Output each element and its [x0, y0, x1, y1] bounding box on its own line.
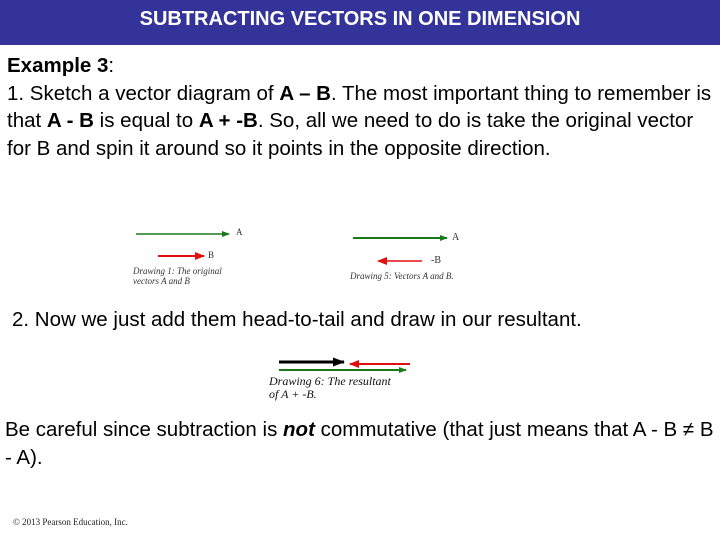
caption-line: Drawing 1: The original: [133, 266, 222, 276]
note-emphasis: not: [283, 418, 315, 441]
caption-line: of A + -B.: [269, 387, 317, 401]
caption-line: vectors A and B: [133, 276, 190, 286]
label-a: A: [452, 232, 460, 243]
commutative-note: Be careful since subtraction is not comm…: [5, 416, 717, 472]
label-b: B: [208, 250, 215, 260]
drawing1-caption: Drawing 1: The original vectors A and B: [133, 266, 222, 286]
note-text: Be careful since subtraction is: [5, 418, 284, 441]
drawing6-caption: Drawing 6: The resultant of A + -B.: [269, 375, 391, 401]
drawing5-caption: Drawing 5: Vectors A and B.: [350, 271, 454, 281]
label-neg-b: -B: [431, 255, 441, 266]
label-a: A: [236, 227, 243, 237]
copyright-footer: © 2013 Pearson Education, Inc.: [13, 517, 128, 527]
step2-text: 2. Now we just add them head-to-tail and…: [12, 308, 582, 331]
